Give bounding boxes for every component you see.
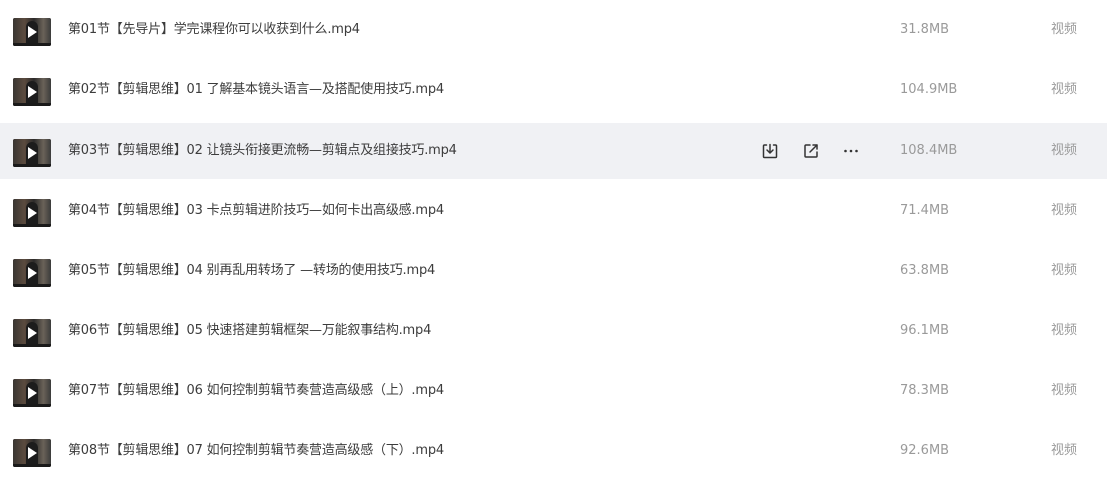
list-item[interactable]: 第06节【剪辑思维】05 快速搭建剪辑框架—万能叙事结构.mp4 96.1MB … xyxy=(0,303,1107,359)
play-icon xyxy=(28,147,37,159)
file-name[interactable]: 第04节【剪辑思维】03 卡点剪辑进阶技巧—如何卡出高级感.mp4 xyxy=(68,203,444,219)
row-actions xyxy=(760,141,870,161)
more-icon[interactable] xyxy=(841,141,861,161)
video-thumbnail[interactable] xyxy=(13,199,51,227)
file-size: 108.4MB xyxy=(900,143,958,158)
file-name[interactable]: 第03节【剪辑思维】02 让镜头衔接更流畅—剪辑点及组接技巧.mp4 xyxy=(68,143,457,159)
file-type: 视频 xyxy=(1051,82,1078,97)
file-name[interactable]: 第01节【先导片】学完课程你可以收获到什么.mp4 xyxy=(68,22,360,38)
list-item[interactable]: 第07节【剪辑思维】06 如何控制剪辑节奏营造高级感（上）.mp4 78.3MB… xyxy=(0,363,1107,419)
download-icon[interactable] xyxy=(760,141,780,161)
video-thumbnail[interactable] xyxy=(13,139,51,167)
file-type: 视频 xyxy=(1051,323,1078,338)
file-size: 92.6MB xyxy=(900,443,950,458)
play-icon xyxy=(28,327,37,339)
list-item[interactable]: 第01节【先导片】学完课程你可以收获到什么.mp4 31.8MB 视频 xyxy=(0,2,1107,58)
play-icon xyxy=(28,26,37,38)
play-icon xyxy=(28,86,37,98)
play-icon xyxy=(28,447,37,459)
play-icon xyxy=(28,207,37,219)
video-thumbnail[interactable] xyxy=(13,319,51,347)
file-size: 104.9MB xyxy=(900,82,958,97)
file-type: 视频 xyxy=(1051,22,1078,37)
video-thumbnail[interactable] xyxy=(13,379,51,407)
file-size: 63.8MB xyxy=(900,263,950,278)
video-thumbnail[interactable] xyxy=(13,18,51,46)
file-list: 第01节【先导片】学完课程你可以收获到什么.mp4 31.8MB 视频 第02节… xyxy=(0,0,1107,490)
file-size: 71.4MB xyxy=(900,203,950,218)
list-item[interactable]: 第02节【剪辑思维】01 了解基本镜头语言—及搭配使用技巧.mp4 104.9M… xyxy=(0,62,1107,118)
file-type: 视频 xyxy=(1051,383,1078,398)
list-item[interactable]: 第03节【剪辑思维】02 让镜头衔接更流畅—剪辑点及组接技巧.mp4 108.4… xyxy=(0,123,1107,179)
file-type: 视频 xyxy=(1051,143,1078,158)
file-size: 31.8MB xyxy=(900,22,950,37)
share-icon[interactable] xyxy=(801,141,821,161)
file-size: 96.1MB xyxy=(900,323,950,338)
file-type: 视频 xyxy=(1051,263,1078,278)
file-size: 78.3MB xyxy=(900,383,950,398)
file-name[interactable]: 第08节【剪辑思维】07 如何控制剪辑节奏营造高级感（下）.mp4 xyxy=(68,443,444,459)
list-item[interactable]: 第08节【剪辑思维】07 如何控制剪辑节奏营造高级感（下）.mp4 92.6MB… xyxy=(0,423,1107,479)
play-icon xyxy=(28,267,37,279)
video-thumbnail[interactable] xyxy=(13,259,51,287)
video-thumbnail[interactable] xyxy=(13,439,51,467)
file-name[interactable]: 第06节【剪辑思维】05 快速搭建剪辑框架—万能叙事结构.mp4 xyxy=(68,323,431,339)
file-name[interactable]: 第05节【剪辑思维】04 别再乱用转场了 —转场的使用技巧.mp4 xyxy=(68,263,435,279)
list-item[interactable]: 第04节【剪辑思维】03 卡点剪辑进阶技巧—如何卡出高级感.mp4 71.4MB… xyxy=(0,183,1107,239)
file-name[interactable]: 第02节【剪辑思维】01 了解基本镜头语言—及搭配使用技巧.mp4 xyxy=(68,82,444,98)
list-item[interactable]: 第05节【剪辑思维】04 别再乱用转场了 —转场的使用技巧.mp4 63.8MB… xyxy=(0,243,1107,299)
video-thumbnail[interactable] xyxy=(13,78,51,106)
file-type: 视频 xyxy=(1051,203,1078,218)
file-name[interactable]: 第07节【剪辑思维】06 如何控制剪辑节奏营造高级感（上）.mp4 xyxy=(68,383,444,399)
file-type: 视频 xyxy=(1051,443,1078,458)
play-icon xyxy=(28,387,37,399)
